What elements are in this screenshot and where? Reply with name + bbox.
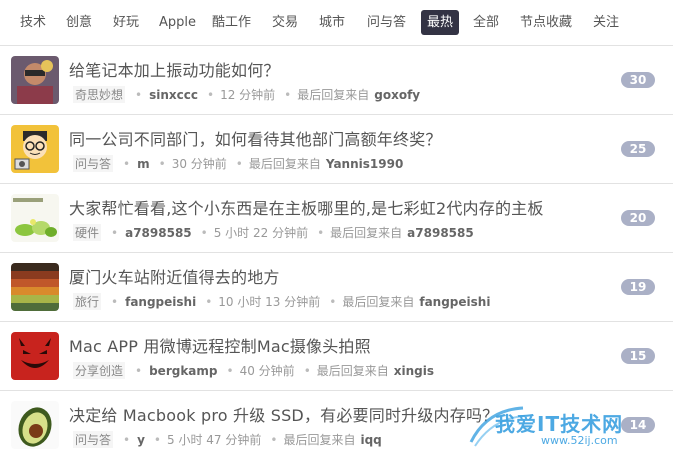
topic-meta: 硬件 • a7898585 • 5 小时 22 分钟前 • 最后回复来自 a78… [73, 224, 474, 241]
tab-apple[interactable]: Apple [153, 10, 202, 35]
site-watermark: 我爱IT技术网 www.52ij.com [467, 402, 667, 450]
reply-count-badge[interactable]: 30 [621, 72, 655, 88]
reply-count-badge[interactable]: 15 [621, 348, 655, 364]
topic-node[interactable]: 问与答 [73, 431, 114, 448]
topic-meta: 问与答 • y • 5 小时 47 分钟前 • 最后回复来自 iqq [73, 431, 382, 448]
last-reply-user[interactable]: Yannis1990 [326, 157, 403, 171]
separator-dot: • [284, 87, 292, 102]
last-reply-user[interactable]: iqq [360, 433, 381, 447]
separator-dot: • [329, 294, 337, 309]
devil-avatar[interactable] [11, 332, 59, 380]
watermark-text: 我爱IT技术网 [495, 412, 624, 436]
separator-dot: • [111, 294, 119, 309]
topic-row: Mac APP 用微博远程控制Mac摄像头拍照 分享创造 • bergkamp … [0, 322, 673, 391]
tab-all[interactable]: 全部 [467, 10, 505, 35]
tab-qna[interactable]: 问与答 [361, 10, 412, 35]
topic-author[interactable]: sinxccc [149, 88, 198, 102]
last-reply-user[interactable]: goxofy [374, 88, 420, 102]
topic-time: 5 小时 22 分钟前 [213, 226, 309, 240]
topic-author[interactable]: fangpeishi [125, 295, 196, 309]
topic-title[interactable]: Mac APP 用微博远程控制Mac摄像头拍照 [69, 333, 371, 357]
topic-meta: 分享创造 • bergkamp • 40 分钟前 • 最后回复来自 xingis [73, 362, 434, 379]
topic-meta: 旅行 • fangpeishi • 10 小时 13 分钟前 • 最后回复来自 … [73, 293, 490, 310]
separator-dot: • [135, 87, 143, 102]
topic-meta: 问与答 • m • 30 分钟前 • 最后回复来自 Yannis1990 [73, 155, 403, 172]
last-reply-label: 最后回复来自 [330, 226, 403, 240]
separator-dot: • [158, 156, 166, 171]
tab-city[interactable]: 城市 [313, 10, 351, 35]
topic-time: 30 分钟前 [171, 157, 227, 171]
separator-dot: • [235, 156, 243, 171]
leaf-avatar[interactable] [11, 194, 59, 242]
separator-dot: • [200, 225, 208, 240]
separator-dot: • [135, 363, 143, 378]
separator-dot: • [123, 156, 131, 171]
tab-node-favorites[interactable]: 节点收藏 [514, 10, 578, 35]
topic-row: 厦门火车站附近值得去的地方 旅行 • fangpeishi • 10 小时 13… [0, 253, 673, 322]
tab-hot[interactable]: 最热 [421, 10, 460, 35]
last-reply-user[interactable]: fangpeishi [419, 295, 490, 309]
topic-author[interactable]: a7898585 [125, 226, 192, 240]
topic-node[interactable]: 问与答 [73, 155, 114, 172]
topic-meta: 奇思妙想 • sinxccc • 12 分钟前 • 最后回复来自 goxofy [73, 86, 420, 103]
topic-title[interactable]: 决定给 Macbook pro 升级 SSD，有必要同时升级内存吗？ [69, 402, 498, 426]
topic-time: 12 分钟前 [220, 88, 276, 102]
topic-title[interactable]: 大家帮忙看看,这个小东西是在主板哪里的,是七彩虹2代内存的主板 [69, 195, 544, 219]
topic-time: 10 小时 13 分钟前 [218, 295, 321, 309]
separator-dot: • [317, 225, 325, 240]
stripes-avatar[interactable] [11, 263, 59, 311]
separator-dot: • [153, 432, 161, 447]
reply-count-badge[interactable]: 20 [621, 210, 655, 226]
last-reply-label: 最后回复来自 [316, 364, 389, 378]
topic-title[interactable]: 给笔记本加上振动功能如何？ [69, 57, 280, 81]
topic-author[interactable]: bergkamp [149, 364, 217, 378]
tab-tech[interactable]: 技术 [14, 10, 52, 35]
separator-dot: • [303, 363, 311, 378]
avocado-avatar[interactable] [11, 401, 59, 449]
last-reply-label: 最后回复来自 [283, 433, 356, 447]
last-reply-label: 最后回复来自 [342, 295, 415, 309]
topic-node[interactable]: 奇思妙想 [73, 86, 126, 103]
topic-row: 同一公司不同部门，如何看待其他部门高额年终奖？ 问与答 • m • 30 分钟前… [0, 115, 673, 184]
topic-node[interactable]: 硬件 [73, 224, 102, 241]
topic-row: 大家帮忙看看,这个小东西是在主板哪里的,是七彩虹2代内存的主板 硬件 • a78… [0, 184, 673, 253]
topic-author[interactable]: m [137, 157, 150, 171]
topic-row: 给笔记本加上振动功能如何？ 奇思妙想 • sinxccc • 12 分钟前 • … [0, 46, 673, 115]
node-tabs: 技术 创意 好玩 Apple 酷工作 交易 城市 问与答 最热 全部 节点收藏 … [0, 0, 673, 46]
topic-title[interactable]: 厦门火车站附近值得去的地方 [69, 264, 280, 288]
topic-author[interactable]: y [137, 433, 145, 447]
topic-time: 40 分钟前 [239, 364, 295, 378]
last-reply-user[interactable]: a7898585 [407, 226, 474, 240]
cartoon-avatar[interactable] [11, 125, 59, 173]
tab-deals[interactable]: 交易 [266, 10, 304, 35]
last-reply-label: 最后回复来自 [297, 88, 370, 102]
topic-node[interactable]: 分享创造 [73, 362, 126, 379]
last-reply-user[interactable]: xingis [394, 364, 434, 378]
separator-dot: • [205, 294, 213, 309]
topic-node[interactable]: 旅行 [73, 293, 102, 310]
separator-dot: • [123, 432, 131, 447]
separator-dot: • [111, 225, 119, 240]
tab-fun[interactable]: 好玩 [107, 10, 145, 35]
last-reply-label: 最后回复来自 [248, 157, 321, 171]
reply-count-badge[interactable]: 25 [621, 141, 655, 157]
separator-dot: • [270, 432, 278, 447]
watermark-url: www.52ij.com [541, 434, 618, 447]
photo-avatar[interactable] [11, 56, 59, 104]
reply-count-badge[interactable]: 19 [621, 279, 655, 295]
topic-time: 5 小时 47 分钟前 [167, 433, 262, 447]
tab-jobs[interactable]: 酷工作 [206, 10, 257, 35]
separator-dot: • [206, 87, 215, 102]
separator-dot: • [226, 363, 234, 378]
topic-title[interactable]: 同一公司不同部门，如何看待其他部门高额年终奖？ [69, 126, 442, 150]
tab-creative[interactable]: 创意 [60, 10, 98, 35]
tab-following[interactable]: 关注 [587, 10, 625, 35]
